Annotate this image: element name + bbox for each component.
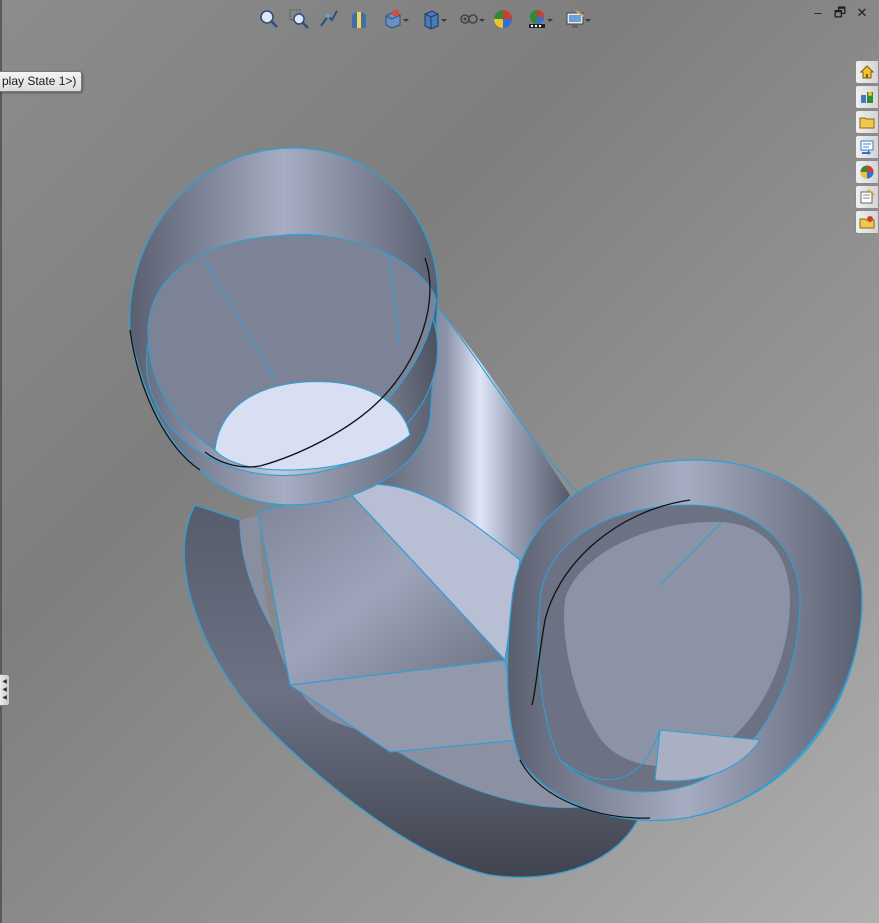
appearances-icon[interactable] <box>855 160 878 184</box>
view-settings-icon[interactable] <box>558 6 592 32</box>
graphics-area[interactable]: – 🗗 ✕ play State 1>) ◀ ◀ ◀ <box>0 0 879 923</box>
3d-surface-model[interactable] <box>0 0 879 923</box>
apply-scene-icon[interactable] <box>520 6 554 32</box>
section-view-icon[interactable] <box>346 6 372 32</box>
hide-show-items-icon[interactable] <box>452 6 486 32</box>
task-pane-tabs <box>855 60 879 234</box>
file-explorer-icon[interactable] <box>855 110 878 134</box>
panel-collapse-handle[interactable]: ◀ ◀ ◀ <box>0 674 10 706</box>
custom-properties-icon[interactable] <box>855 185 878 209</box>
zoom-to-fit-icon[interactable] <box>256 6 282 32</box>
view-orientation-icon[interactable] <box>376 6 410 32</box>
chevron-left-icon: ◀ <box>2 687 7 693</box>
previous-view-icon[interactable] <box>316 6 342 32</box>
edit-appearance-icon[interactable] <box>490 6 516 32</box>
restore-button[interactable]: 🗗 <box>831 4 849 22</box>
document-recovery-icon[interactable] <box>855 210 878 234</box>
home-icon[interactable] <box>855 60 878 84</box>
close-button[interactable]: ✕ <box>853 4 871 22</box>
minimize-button[interactable]: – <box>809 4 827 22</box>
heads-up-view-toolbar <box>256 4 592 34</box>
view-palette-icon[interactable] <box>855 135 878 159</box>
chevron-left-icon: ◀ <box>2 695 7 701</box>
chevron-left-icon: ◀ <box>2 679 7 685</box>
display-style-icon[interactable] <box>414 6 448 32</box>
zoom-to-area-icon[interactable] <box>286 6 312 32</box>
display-state-tag: play State 1>) <box>0 71 83 92</box>
window-controls: – 🗗 ✕ <box>809 4 871 22</box>
design-library-icon[interactable] <box>855 85 878 109</box>
